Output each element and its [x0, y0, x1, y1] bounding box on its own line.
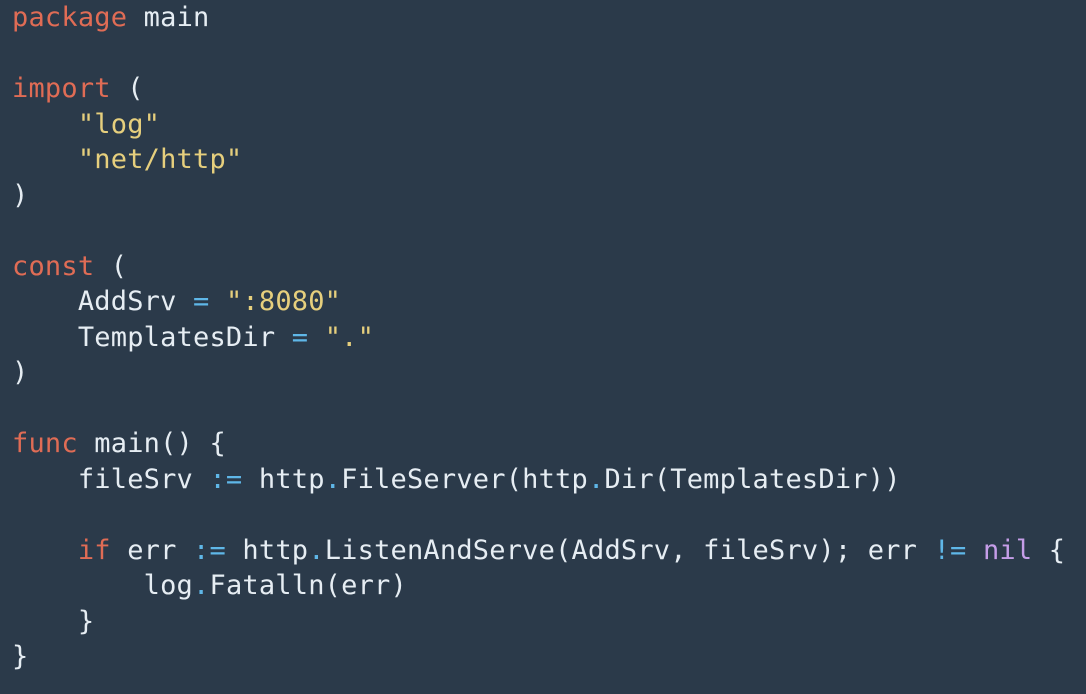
code-line: ) — [12, 178, 1086, 214]
code-token-string: "log" — [77, 108, 161, 140]
code-token-keyword: if — [77, 534, 111, 566]
code-token-plain: } — [12, 641, 29, 672]
code-line: log.Fatalln(err) — [12, 568, 1086, 604]
code-token-plain: main — [127, 2, 210, 33]
code-token-op: = — [193, 286, 210, 317]
code-token-op: != — [933, 534, 967, 566]
code-line: ) — [12, 355, 1086, 391]
code-token-op: := — [209, 463, 243, 495]
code-token-op: := — [193, 534, 226, 566]
code-token-plain: FileServer(http — [341, 463, 588, 495]
code-block[interactable]: package main import ( "log" "net/http") … — [12, 0, 1086, 675]
code-token-string: "net/http" — [77, 144, 243, 175]
code-token-plain: main() { — [77, 428, 226, 459]
code-token-plain: ) — [12, 357, 29, 388]
code-token-plain: Fatalln(err) — [209, 570, 407, 601]
code-token-op: = — [291, 321, 309, 353]
code-line: package main — [12, 0, 1086, 36]
code-line: "net/http" — [12, 142, 1086, 178]
code-line: } — [12, 639, 1086, 675]
code-token-plain: ) — [12, 179, 29, 211]
code-line: import ( — [12, 71, 1086, 107]
code-line: AddSrv = ":8080" — [12, 284, 1086, 320]
code-token-plain: AddSrv — [12, 286, 194, 317]
code-line: if err := http.ListenAndServe(AddSrv, fi… — [12, 533, 1086, 569]
code-line: } — [12, 604, 1086, 640]
code-token-nil: nil — [982, 534, 1033, 566]
code-token-plain: TemplatesDir — [12, 321, 292, 353]
code-token-keyword: func — [12, 428, 78, 459]
code-token-keyword: package — [12, 2, 128, 33]
code-token-op: . — [193, 570, 210, 601]
code-token-plain: log — [12, 570, 194, 601]
code-editor[interactable]: package main import ( "log" "net/http") … — [0, 0, 1086, 694]
code-token-plain: } — [12, 605, 95, 637]
code-line: TemplatesDir = "." — [12, 320, 1086, 356]
code-token-string: "." — [324, 321, 375, 353]
code-token-plain: ( — [94, 250, 128, 282]
code-token-op: . — [324, 463, 342, 495]
code-line: "log" — [12, 107, 1086, 143]
code-token-plain: { — [1032, 534, 1066, 566]
code-token-plain: fileSrv — [12, 463, 210, 495]
code-token-op: . — [587, 463, 605, 495]
code-token-plain: ListenAndServe(AddSrv, fileSrv); err — [324, 534, 934, 566]
code-line: fileSrv := http.FileServer(http.Dir(Temp… — [12, 462, 1086, 498]
code-line: const ( — [12, 249, 1086, 285]
code-token-plain: Dir(TemplatesDir)) — [604, 463, 901, 495]
code-token-op: . — [308, 534, 325, 566]
code-line: func main() { — [12, 426, 1086, 462]
code-token-keyword: const — [12, 250, 95, 282]
code-token-keyword: import — [12, 73, 111, 104]
code-token-plain: ( — [110, 73, 144, 104]
code-token-string: ":8080" — [225, 286, 342, 317]
code-token-plain: http — [225, 534, 309, 566]
code-token-plain: err — [110, 534, 194, 566]
code-token-plain: http — [242, 463, 325, 495]
